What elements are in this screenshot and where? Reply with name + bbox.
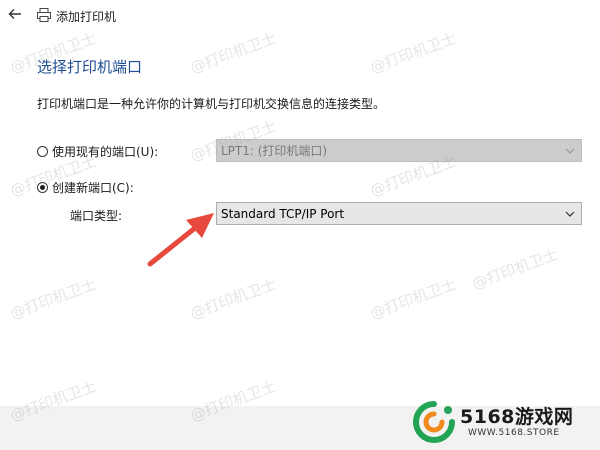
page-heading: 选择打印机端口 (37, 58, 143, 76)
logo-url: WWW.5168.STORE (468, 428, 560, 438)
window-title: 添加打印机 (56, 10, 117, 24)
watermark: @打印机卫士 (187, 29, 279, 77)
watermark: @打印机卫士 (367, 29, 459, 77)
page-description: 打印机端口是一种允许你的计算机与打印机交换信息的连接类型。 (37, 97, 386, 111)
logo-mark-icon (413, 401, 455, 443)
watermark: @打印机卫士 (367, 275, 459, 323)
port-type-label: 端口类型: (70, 209, 123, 223)
create-port-radio-option[interactable]: 创建新端口(C): (37, 179, 134, 196)
chevron-down-icon[interactable] (565, 209, 575, 219)
existing-port-label: 使用现有的端口(U): (52, 145, 159, 159)
existing-port-radio-option[interactable]: 使用现有的端口(U): (37, 143, 158, 160)
port-type-select[interactable]: Standard TCP/IP Port (216, 202, 582, 225)
existing-port-select-value: LPT1: (打印机端口) (221, 144, 328, 158)
create-port-label: 创建新端口(C): (52, 181, 134, 195)
existing-port-radio[interactable] (37, 146, 48, 157)
site-logo: 5168游戏网 WWW.5168.STORE (408, 396, 598, 448)
create-port-radio[interactable] (37, 182, 48, 193)
port-type-select-value: Standard TCP/IP Port (221, 206, 345, 221)
title-bar: 添加打印机 (0, 0, 600, 32)
existing-port-select: LPT1: (打印机端口) (216, 139, 582, 162)
logo-text: 5168游戏网 (460, 406, 574, 428)
back-arrow-icon[interactable] (6, 5, 24, 23)
printer-icon (37, 8, 51, 22)
chevron-down-icon (565, 148, 575, 154)
watermark: @打印机卫士 (469, 245, 561, 293)
watermark: @打印机卫士 (187, 275, 279, 323)
watermark: @打印机卫士 (7, 275, 99, 323)
